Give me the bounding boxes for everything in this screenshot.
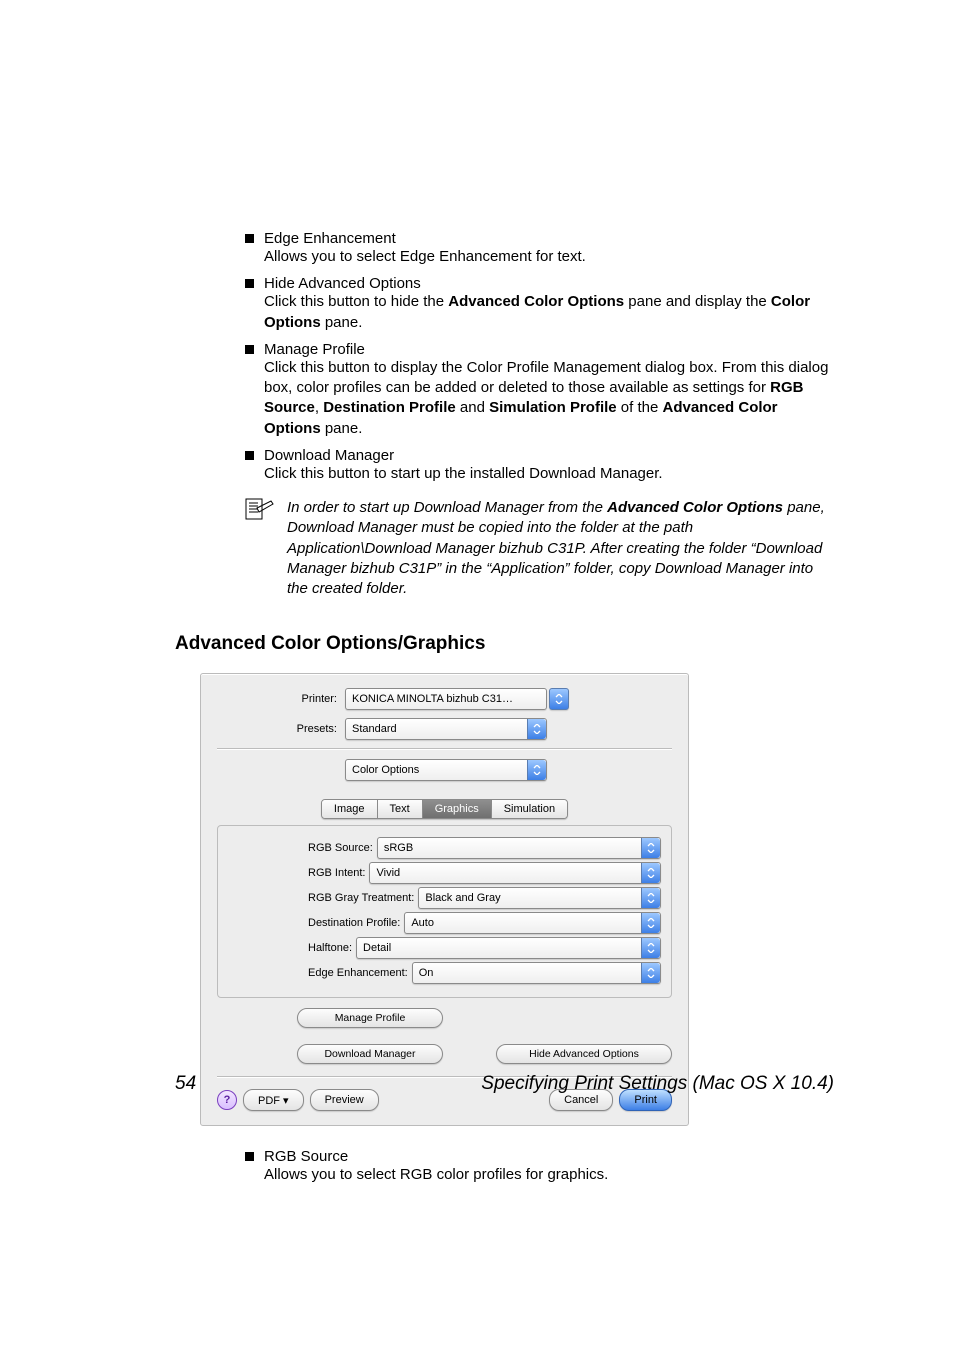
bullet-square-icon — [245, 1152, 254, 1161]
tab-graphics[interactable]: Graphics — [423, 800, 492, 818]
bullet-title: Edge Enhancement — [264, 230, 396, 247]
bullet-body: Click this button to hide the Advanced C… — [264, 292, 834, 333]
bullet-download-manager: Download Manager Click this button to st… — [245, 447, 834, 484]
manage-profile-button[interactable]: Manage Profile — [297, 1008, 443, 1028]
option-select[interactable]: Auto — [404, 912, 661, 934]
presets-row: Presets: Standard — [217, 718, 672, 740]
option-label: Destination Profile: — [308, 917, 404, 929]
bullet-body: Click this button to start up the instal… — [264, 464, 834, 484]
footer-text: Specifying Print Settings (Mac OS X 10.4… — [481, 1073, 834, 1095]
printer-label: Printer: — [217, 693, 345, 705]
dropdown-arrow-icon — [527, 760, 546, 780]
bullet-body: Click this button to display the Color P… — [264, 358, 834, 439]
profile-buttons-row: Manage Profile Download Manager Hide Adv… — [297, 1008, 672, 1064]
hide-advanced-options-button[interactable]: Hide Advanced Options — [496, 1044, 672, 1064]
page-footer: 54 Specifying Print Settings (Mac OS X 1… — [175, 1073, 834, 1095]
option-row: RGB Source:sRGB — [308, 837, 661, 859]
dropdown-arrow-icon — [641, 913, 660, 933]
dropdown-arrow-icon[interactable] — [549, 688, 569, 710]
bullet-square-icon — [245, 234, 254, 243]
option-label: RGB Gray Treatment: — [308, 892, 418, 904]
option-row: RGB Gray Treatment:Black and Gray — [308, 887, 661, 909]
presets-label: Presets: — [217, 723, 345, 735]
tab-simulation[interactable]: Simulation — [492, 800, 567, 818]
option-row: RGB Intent:Vivid — [308, 862, 661, 884]
tabs: Image Text Graphics Simulation — [321, 799, 568, 819]
bullet-edge-enhancement: Edge Enhancement Allows you to select Ed… — [245, 230, 834, 267]
option-select[interactable]: Vivid — [369, 862, 661, 884]
dropdown-arrow-icon — [641, 938, 660, 958]
option-row: Edge Enhancement:On — [308, 962, 661, 984]
option-select[interactable]: sRGB — [377, 837, 661, 859]
dropdown-arrow-icon — [527, 719, 546, 739]
note-block: In order to start up Download Manager fr… — [245, 498, 834, 599]
graphics-options-group: RGB Source:sRGB RGB Intent:Vivid RGB Gray … — [217, 825, 672, 998]
bullet-body: Allows you to select RGB color profiles … — [264, 1165, 834, 1185]
print-dialog: Printer: KONICA MINOLTA bizhub C31… Pres… — [200, 673, 689, 1126]
divider — [217, 748, 672, 749]
bullet-title: Manage Profile — [264, 341, 365, 358]
bullet-square-icon — [245, 279, 254, 288]
option-row: Destination Profile:Auto — [308, 912, 661, 934]
bullet-title: Download Manager — [264, 447, 394, 464]
dropdown-arrow-icon — [641, 888, 660, 908]
option-select[interactable]: On — [412, 962, 661, 984]
bullet-body: Allows you to select Edge Enhancement fo… — [264, 247, 834, 267]
note-text: In order to start up Download Manager fr… — [287, 498, 834, 599]
page-number: 54 — [175, 1073, 196, 1095]
bullet-rgb-source: RGB Source Allows you to select RGB colo… — [245, 1148, 834, 1185]
option-label: Halftone: — [308, 942, 356, 954]
section-heading: Advanced Color Options/Graphics — [175, 633, 834, 655]
option-select[interactable]: Black and Gray — [418, 887, 661, 909]
pane-row: Color Options — [217, 759, 672, 781]
bullet-manage-profile: Manage Profile Click this button to disp… — [245, 341, 834, 439]
bullet-title: Hide Advanced Options — [264, 275, 421, 292]
presets-select[interactable]: Standard — [345, 718, 547, 740]
tab-image[interactable]: Image — [322, 800, 378, 818]
dropdown-arrow-icon — [641, 838, 660, 858]
bullet-title: RGB Source — [264, 1148, 348, 1165]
download-manager-button[interactable]: Download Manager — [297, 1044, 443, 1064]
option-label: Edge Enhancement: — [308, 967, 412, 979]
option-row: Halftone:Detail — [308, 937, 661, 959]
pane-select[interactable]: Color Options — [345, 759, 547, 781]
bullet-square-icon — [245, 451, 254, 460]
note-icon — [245, 498, 275, 520]
tab-text[interactable]: Text — [378, 800, 423, 818]
bullet-square-icon — [245, 345, 254, 354]
option-label: RGB Source: — [308, 842, 377, 854]
option-label: RGB Intent: — [308, 867, 369, 879]
dropdown-arrow-icon — [641, 963, 660, 983]
bullet-hide-advanced: Hide Advanced Options Click this button … — [245, 275, 834, 333]
dropdown-arrow-icon — [641, 863, 660, 883]
printer-select[interactable]: KONICA MINOLTA bizhub C31… — [345, 688, 547, 710]
option-select[interactable]: Detail — [356, 937, 661, 959]
printer-row: Printer: KONICA MINOLTA bizhub C31… — [217, 688, 672, 710]
